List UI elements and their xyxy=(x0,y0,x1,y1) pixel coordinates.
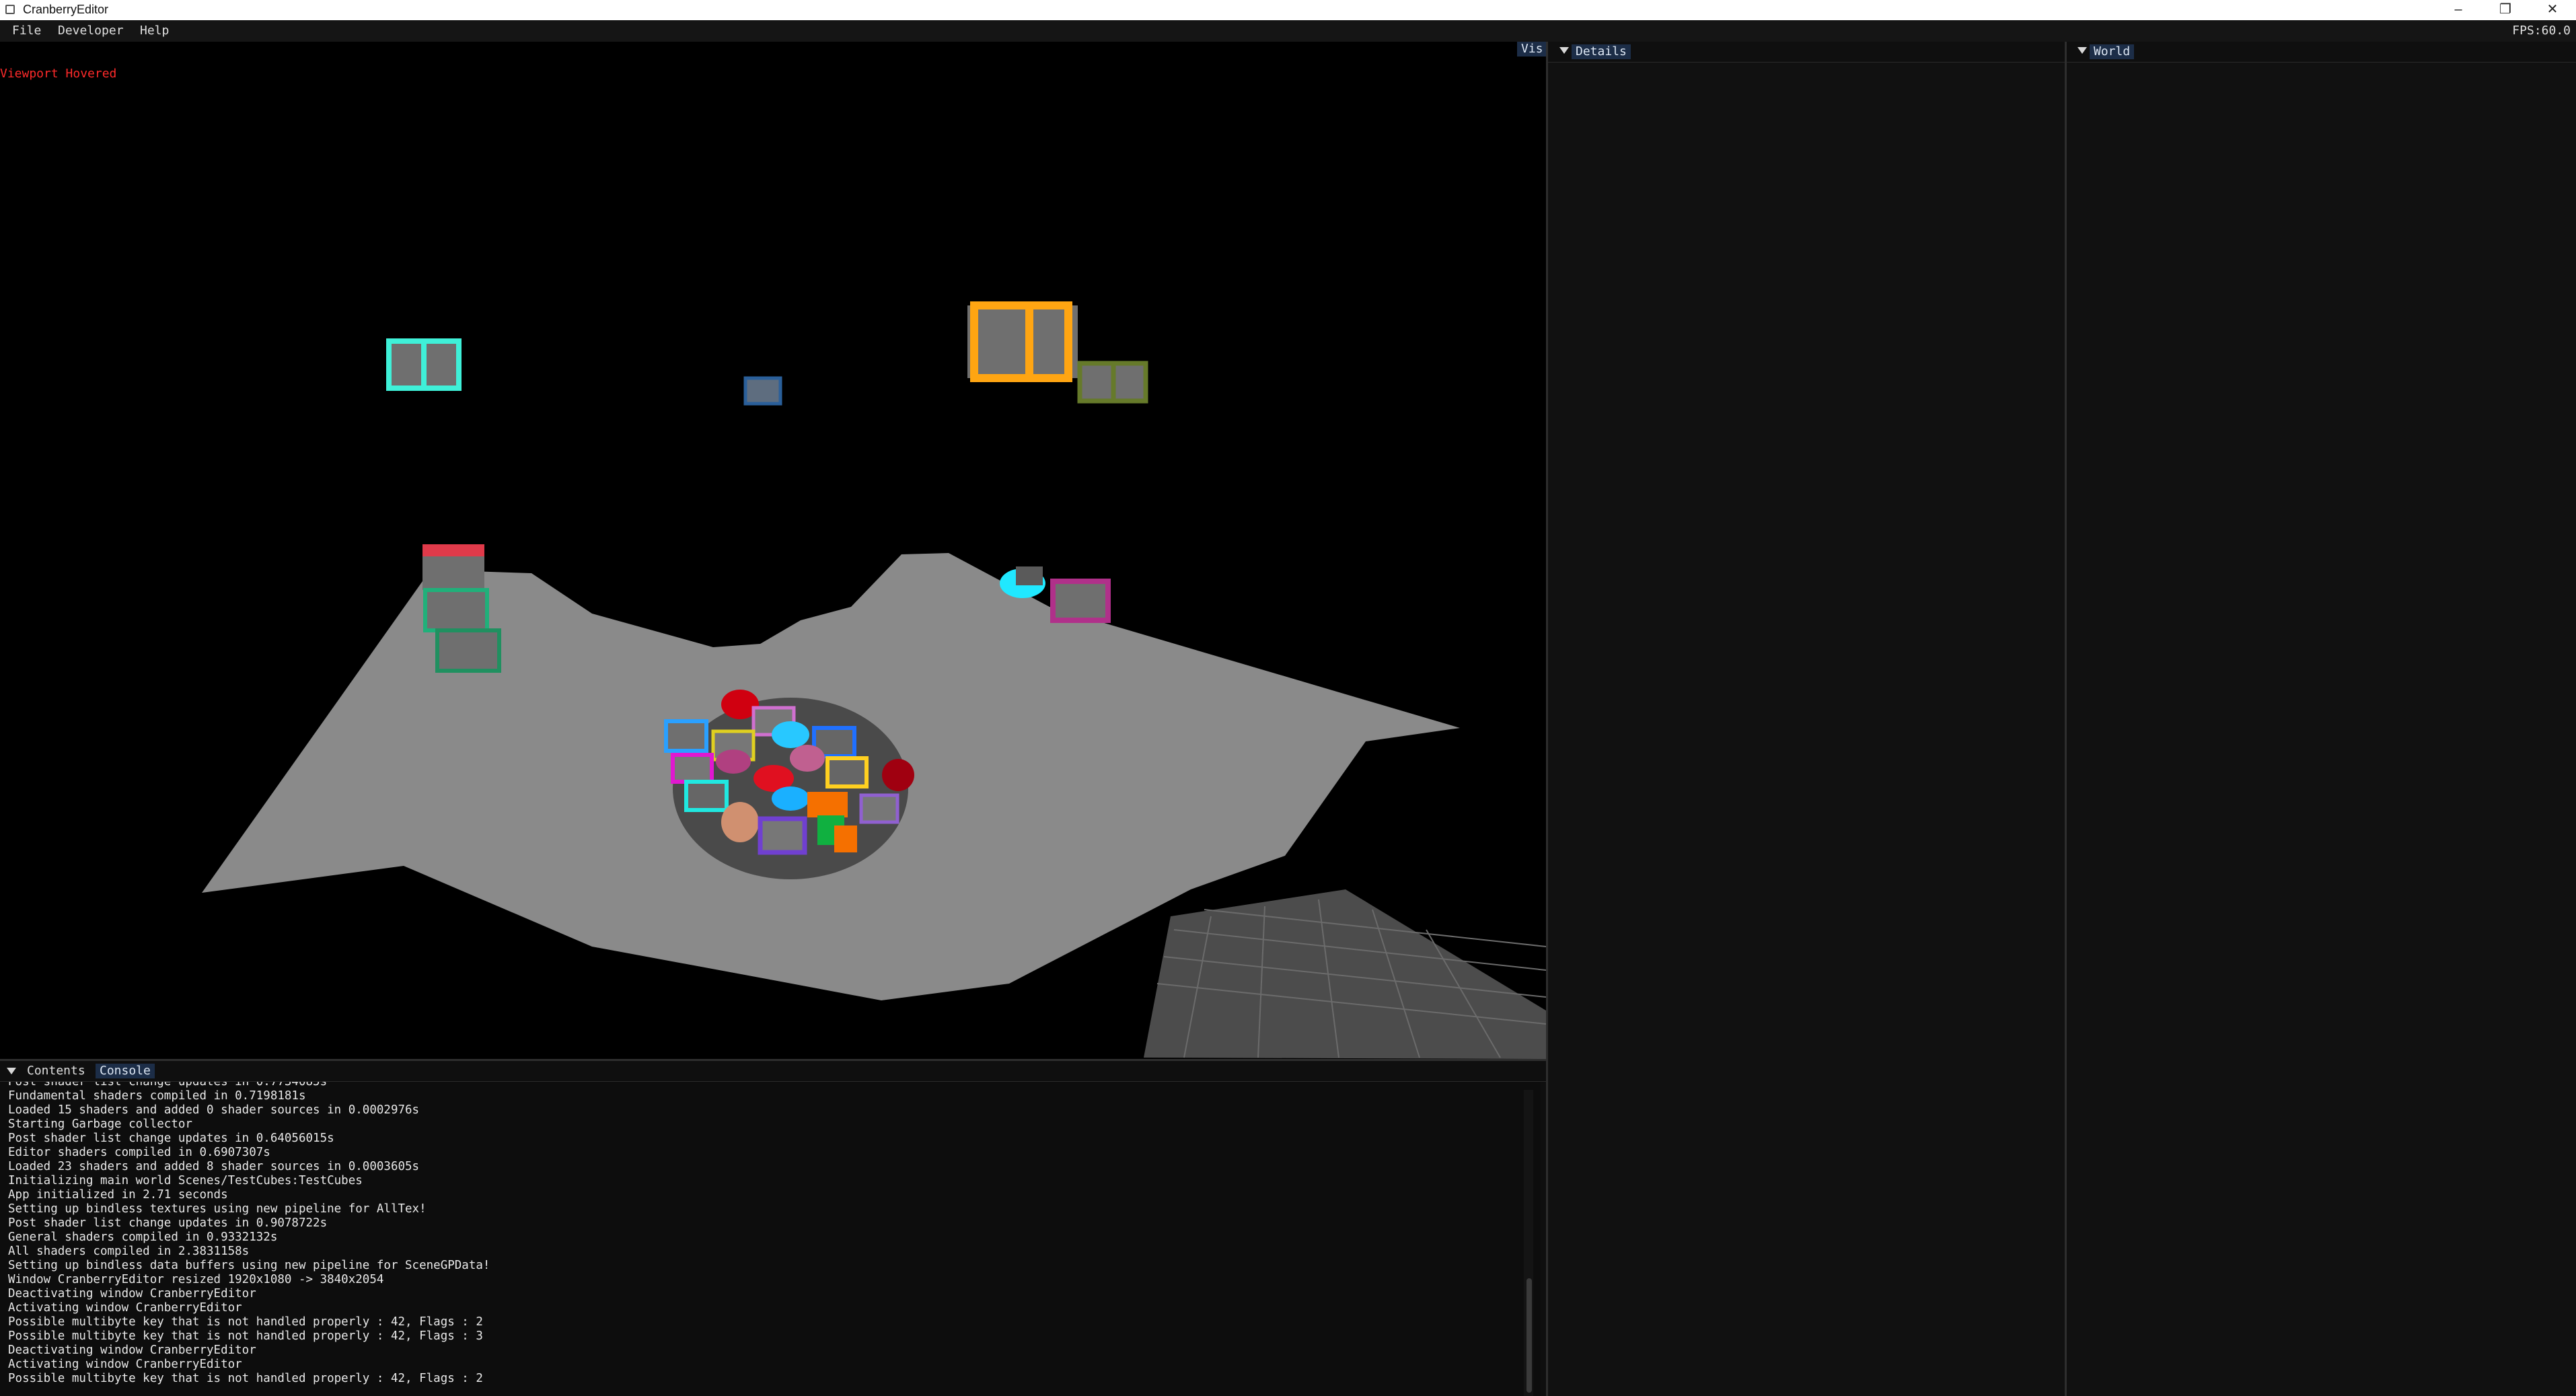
viewport[interactable]: Viewport Hovered xyxy=(0,42,1546,1059)
world-panel: World xyxy=(2067,42,2576,1396)
console-line: Loaded 23 shaders and added 8 shader sou… xyxy=(8,1160,420,1173)
console-output: Post shader list change updates in 0.773… xyxy=(0,1082,1541,1396)
console-line: Possible multibyte key that is not handl… xyxy=(8,1329,483,1343)
cube-small-blue xyxy=(743,376,782,406)
console-line: Deactivating window CranberryEditor xyxy=(8,1344,256,1357)
close-button[interactable]: ✕ xyxy=(2529,0,2576,20)
console-line: General shaders compiled in 0.9332132s xyxy=(8,1230,278,1244)
tab-contents[interactable]: Contents xyxy=(27,1064,85,1078)
collapse-details-icon[interactable] xyxy=(1559,47,1569,54)
console-line: Window CranberryEditor resized 1920x1080… xyxy=(8,1273,384,1286)
cube-olive xyxy=(1077,361,1148,404)
title-bar: CranberryEditor – ❐ ✕ xyxy=(0,0,2576,20)
console-line: Loaded 15 shaders and added 0 shader sou… xyxy=(8,1103,420,1117)
console-line: Initializing main world Scenes/TestCubes… xyxy=(8,1174,363,1187)
console-line: Deactivating window CranberryEditor xyxy=(8,1287,256,1300)
console-line: App initialized in 2.71 seconds xyxy=(8,1188,228,1202)
cube-cyan xyxy=(386,338,462,391)
console-line: Post shader list change updates in 0.907… xyxy=(8,1216,328,1230)
scene-render xyxy=(202,301,1546,1059)
tab-vis[interactable]: Vis xyxy=(1517,42,1547,57)
world-panel-header xyxy=(2067,42,2576,63)
app-icon xyxy=(5,5,15,14)
divider-vertical-right[interactable] xyxy=(2065,42,2067,1396)
console-line: All shaders compiled in 2.3831158s xyxy=(8,1245,250,1258)
tab-details[interactable]: Details xyxy=(1572,44,1631,59)
menu-file[interactable]: File xyxy=(12,24,41,38)
console-line: Setting up bindless data buffers using n… xyxy=(8,1259,490,1272)
divider-vertical-left[interactable] xyxy=(1546,42,1548,1396)
console-lines: Post shader list change updates in 0.773… xyxy=(0,1082,490,1386)
menu-bar: File Developer Help FPS:60.0 xyxy=(0,20,2576,42)
viewport-hovered-label: Viewport Hovered xyxy=(0,67,117,81)
console-line: Fundamental shaders compiled in 0.719818… xyxy=(8,1089,306,1103)
menu-developer[interactable]: Developer xyxy=(58,24,124,38)
console-line: Post shader list change updates in 0.640… xyxy=(8,1132,334,1145)
grid-mesh xyxy=(1144,889,1546,1059)
fps-counter: FPS:60.0 xyxy=(2512,24,2571,38)
restore-button[interactable]: ❐ xyxy=(2482,0,2529,20)
console-line: Starting Garbage collector xyxy=(8,1117,192,1131)
console-line: Activating window CranberryEditor xyxy=(8,1301,242,1315)
console-line: Editor shaders compiled in 0.6907307s xyxy=(8,1146,270,1159)
cube-orange xyxy=(967,301,1078,382)
console-line: Possible multibyte key that is not handl… xyxy=(8,1315,483,1329)
console-line: Possible multibyte key that is not handl… xyxy=(8,1372,483,1385)
collapse-bottom-icon[interactable] xyxy=(7,1068,16,1074)
tab-console[interactable]: Console xyxy=(96,1064,155,1078)
console-line: Post shader list change updates in 0.773… xyxy=(8,1082,328,1089)
console-line: Activating window CranberryEditor xyxy=(8,1358,242,1371)
minimize-button[interactable]: – xyxy=(2435,0,2482,20)
cube-magenta xyxy=(1050,579,1111,623)
collapse-world-icon[interactable] xyxy=(2077,47,2087,54)
console-scrollbar-thumb[interactable] xyxy=(1526,1278,1532,1393)
cube-cyan-right xyxy=(1000,566,1045,598)
details-panel: Details xyxy=(1547,42,2065,1396)
console-line: Setting up bindless textures using new p… xyxy=(8,1202,427,1216)
tab-world[interactable]: World xyxy=(2090,44,2135,59)
window-title: CranberryEditor xyxy=(23,3,109,16)
bottom-tabs-bar: Contents Console xyxy=(0,1061,1546,1082)
menu-help[interactable]: Help xyxy=(140,24,169,38)
